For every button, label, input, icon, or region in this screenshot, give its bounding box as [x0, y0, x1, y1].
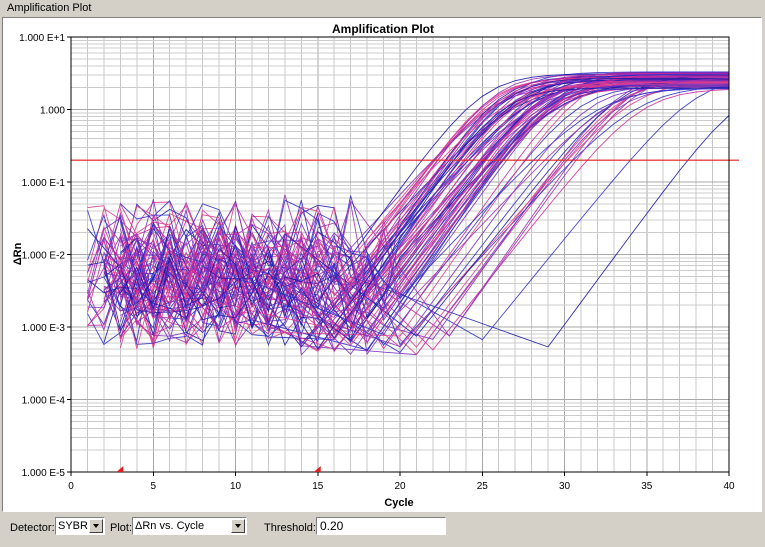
- x-tick-label: 0: [68, 481, 74, 492]
- plot-settings-bar: Detector: SYBR Plot: ΔRn vs. Cycle Thres…: [0, 513, 765, 547]
- amplification-curve: [119, 78, 729, 351]
- y-tick-label: 1.000 E-1: [22, 178, 66, 189]
- x-tick-label: 40: [723, 481, 735, 492]
- x-tick-label: 15: [312, 481, 324, 492]
- y-tick-label: 1.000 E-3: [22, 323, 66, 334]
- window-title: Amplification Plot: [7, 2, 92, 14]
- x-tick-label: 10: [230, 481, 242, 492]
- detector-value: SYBR: [58, 520, 88, 532]
- y-tick-label: 1.000 E-2: [22, 251, 66, 262]
- y-tick-label: 1.000 E+1: [19, 33, 65, 44]
- threshold-input[interactable]: [316, 517, 446, 535]
- y-tick-label: 1.000: [40, 106, 65, 117]
- amplification-plot-chart[interactable]: Amplification Plot Cycle ΔRn 0 5 10 15 20 25 3…: [3, 18, 759, 509]
- detector-select[interactable]: SYBR: [55, 517, 105, 535]
- x-tick-label: 35: [641, 481, 653, 492]
- detector-label: Detector:: [10, 522, 55, 534]
- threshold-label: Threshold:: [264, 522, 316, 534]
- plot-value: ΔRn vs. Cycle: [135, 520, 205, 532]
- chevron-down-icon[interactable]: [231, 519, 245, 533]
- amplification-plot-panel: Amplification Plot Cycle ΔRn 0 5 10 15 20 25 3…: [2, 17, 762, 512]
- y-tick-label: 1.000 E-4: [22, 396, 66, 407]
- x-tick-label: 5: [150, 481, 156, 492]
- chevron-down-icon[interactable]: [89, 519, 103, 533]
- plot-select[interactable]: ΔRn vs. Cycle: [132, 517, 247, 535]
- y-tick-label: 1.000 E-5: [22, 468, 66, 479]
- x-tick-label: 25: [477, 481, 489, 492]
- amplification-curves: [87, 71, 730, 356]
- plot-label: Plot:: [110, 522, 133, 534]
- x-tick-label: 20: [394, 481, 406, 492]
- x-axis-label: Cycle: [384, 497, 413, 509]
- chart-title: Amplification Plot: [332, 22, 434, 36]
- x-tick-label: 30: [559, 481, 571, 492]
